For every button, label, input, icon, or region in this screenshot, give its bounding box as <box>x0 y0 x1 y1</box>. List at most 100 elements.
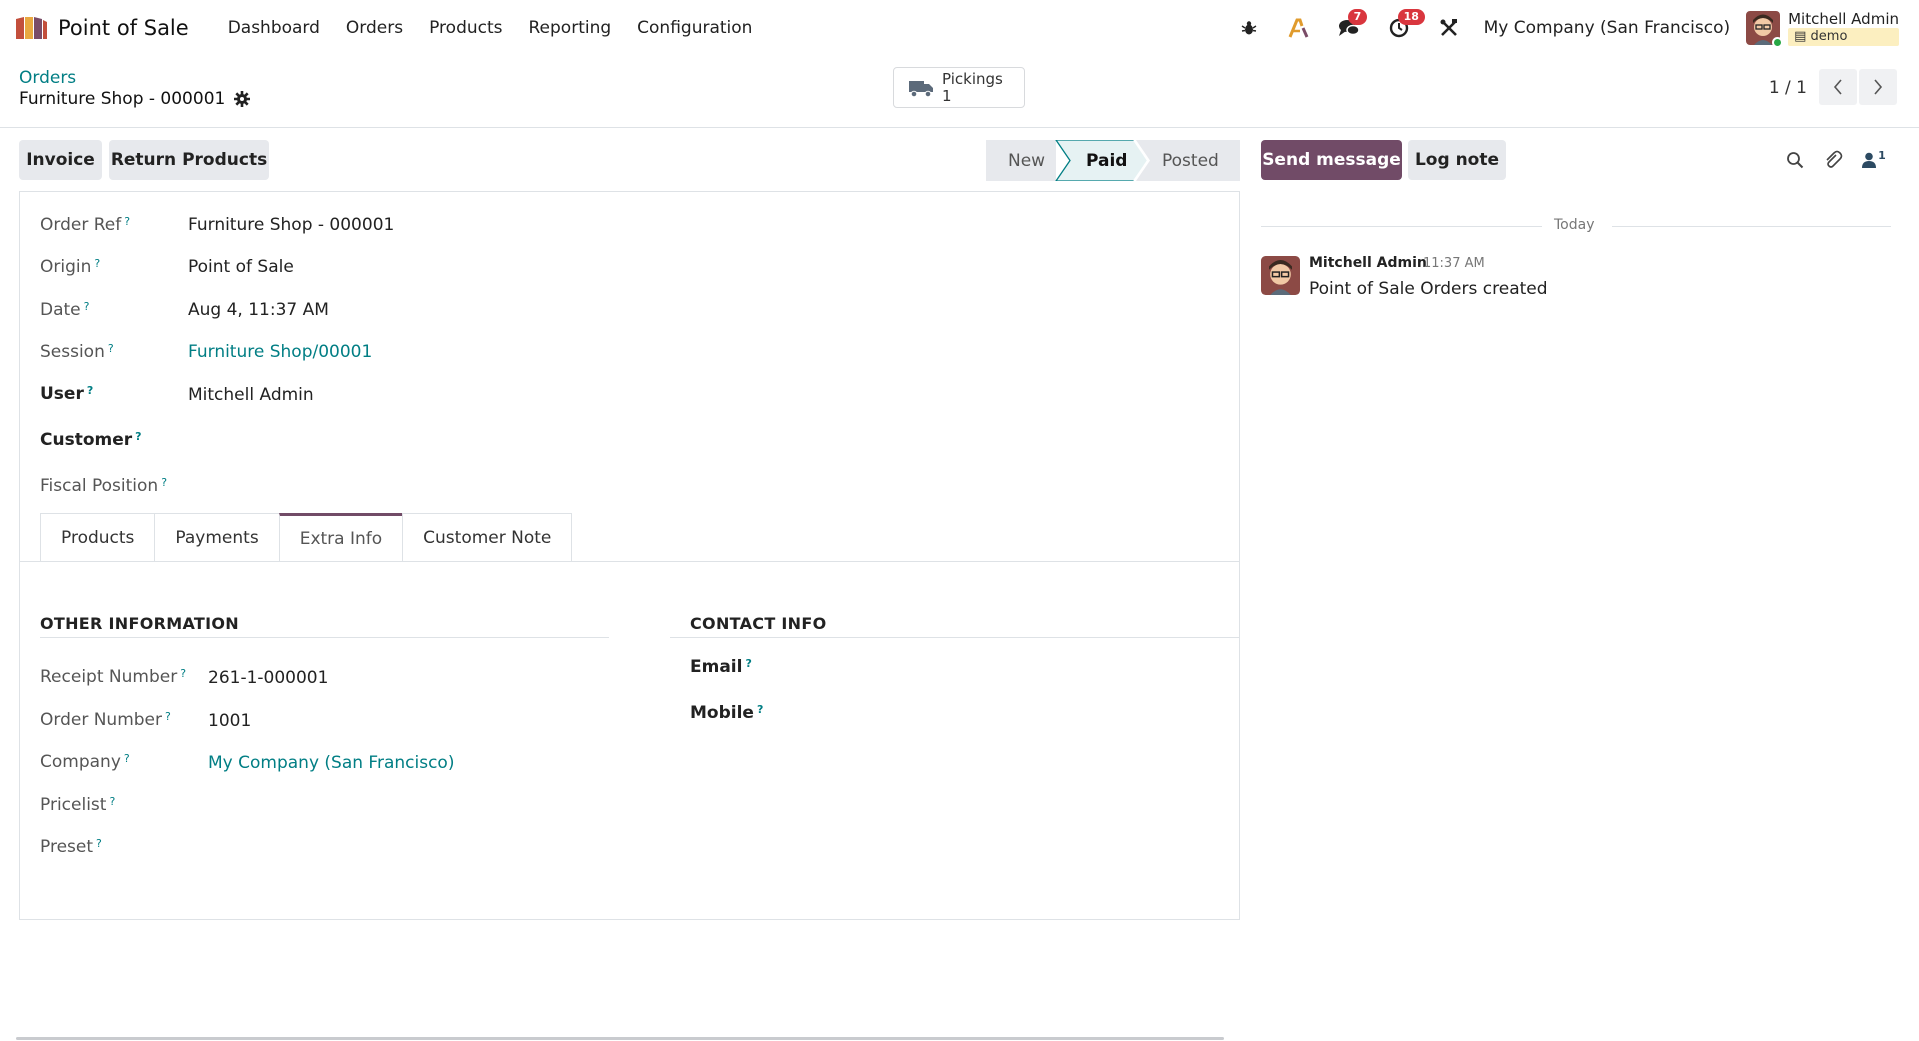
help-icon[interactable]: ? <box>96 837 102 850</box>
customer-label: Customer? <box>40 430 142 450</box>
section-divider <box>670 637 1239 638</box>
pickings-label: Pickings <box>942 69 1003 88</box>
origin-value: Point of Sale <box>188 257 294 277</box>
company-label: Company? <box>40 752 130 772</box>
settings-tools-button[interactable] <box>1434 13 1464 43</box>
company-link[interactable]: My Company (San Francisco) <box>208 753 454 773</box>
log-note-button[interactable]: Log note <box>1408 140 1506 180</box>
order-number-label-text: Order Number <box>40 710 163 730</box>
user-name: Mitchell Admin <box>1788 10 1899 28</box>
section-divider <box>40 637 609 638</box>
avatar[interactable] <box>1746 11 1784 48</box>
debug-button[interactable] <box>1234 13 1264 43</box>
help-icon[interactable]: ? <box>757 703 763 716</box>
receipt-number-label: Receipt Number? <box>40 667 186 687</box>
message-author[interactable]: Mitchell Admin <box>1309 255 1427 271</box>
origin-label-text: Origin <box>40 257 92 277</box>
followers-button[interactable]: 1 <box>1857 146 1891 174</box>
status-posted[interactable]: Posted <box>1162 151 1219 171</box>
receipt-number-label-text: Receipt Number <box>40 667 178 687</box>
order-number-value: 1001 <box>208 711 252 731</box>
menu-reporting[interactable]: Reporting <box>516 18 625 38</box>
origin-label: Origin? <box>40 257 100 277</box>
date-value: Aug 4, 11:37 AM <box>188 300 329 320</box>
help-icon[interactable]: ? <box>745 657 751 670</box>
user-menu[interactable]: Mitchell Admin ▤ demo <box>1788 10 1899 46</box>
chevron-right-icon <box>1874 79 1883 95</box>
tab-customer-note[interactable]: Customer Note <box>402 513 573 561</box>
user-label-text: User <box>40 384 84 404</box>
status-paid[interactable]: Paid <box>1086 151 1127 171</box>
help-icon[interactable]: ? <box>135 430 141 443</box>
tab-payments[interactable]: Payments <box>154 513 280 561</box>
tab-products[interactable]: Products <box>40 513 156 561</box>
menu-orders[interactable]: Orders <box>333 18 416 38</box>
message-avatar[interactable] <box>1261 256 1300 295</box>
activities-button[interactable]: 18 <box>1384 9 1425 43</box>
session-link[interactable]: Furniture Shop/00001 <box>188 342 372 362</box>
contact-info-title: CONTACT INFO <box>690 614 827 633</box>
horizontal-scrollbar[interactable] <box>16 1037 1224 1040</box>
pager-value[interactable]: 1 / 1 <box>1769 78 1807 98</box>
mobile-label-text: Mobile <box>690 703 754 723</box>
pager-previous-button[interactable] <box>1819 69 1857 105</box>
gear-icon[interactable] <box>234 91 251 107</box>
form-sheet: Order Ref? Furniture Shop - 000001 Origi… <box>19 191 1240 920</box>
user-icon <box>1862 152 1877 168</box>
search-messages-button[interactable] <box>1781 146 1809 174</box>
pricelist-label: Pricelist? <box>40 795 115 815</box>
email-label-text: Email <box>690 657 743 677</box>
user-field[interactable]: Mitchell Admin <box>188 385 314 405</box>
database-icon: ▤ <box>1794 29 1811 44</box>
preset-label: Preset? <box>40 837 102 857</box>
menu-dashboard[interactable]: Dashboard <box>215 18 333 38</box>
receipt-number-value: 261-1-000001 <box>208 668 329 688</box>
order-ref-value: Furniture Shop - 000001 <box>188 215 395 235</box>
mobile-label: Mobile? <box>690 703 763 723</box>
messages-button[interactable]: 7 <box>1334 9 1368 43</box>
app-brand[interactable]: Point of Sale <box>14 15 189 41</box>
pickings-smart-button[interactable]: Pickings 1 <box>893 67 1025 108</box>
message-time: 11:37 AM <box>1423 256 1485 271</box>
bug-icon <box>1241 21 1257 35</box>
date-separator-label: Today <box>1554 217 1595 233</box>
pager-next-button[interactable] <box>1859 69 1897 105</box>
order-number-label: Order Number? <box>40 710 171 730</box>
ai-icon <box>1288 18 1309 38</box>
page-title: Furniture Shop - 000001 <box>19 89 251 109</box>
help-icon[interactable]: ? <box>87 384 93 397</box>
help-icon[interactable]: ? <box>84 300 90 313</box>
menu-configuration[interactable]: Configuration <box>624 18 765 38</box>
help-icon[interactable]: ? <box>180 667 186 680</box>
return-products-button[interactable]: Return Products <box>109 140 269 180</box>
send-message-button[interactable]: Send message <box>1261 140 1402 180</box>
attachments-button[interactable] <box>1819 146 1847 174</box>
top-navbar: Point of Sale Dashboard Orders Products … <box>0 0 1919 56</box>
chevron-left-icon <box>1833 79 1842 95</box>
order-ref-label-text: Order Ref <box>40 215 122 235</box>
status-new[interactable]: New <box>1008 151 1045 171</box>
invoice-button[interactable]: Invoice <box>19 140 102 180</box>
online-status-icon <box>1772 37 1784 48</box>
help-icon[interactable]: ? <box>165 710 171 723</box>
fiscal-position-label: Fiscal Position? <box>40 476 167 496</box>
help-icon[interactable]: ? <box>108 342 114 355</box>
company-switcher[interactable]: My Company (San Francisco) <box>1484 18 1730 38</box>
session-label: Session? <box>40 342 114 362</box>
tab-divider <box>20 561 1239 562</box>
help-icon[interactable]: ? <box>124 752 130 765</box>
pricelist-label-text: Pricelist <box>40 795 107 815</box>
help-icon[interactable]: ? <box>94 257 100 270</box>
help-icon[interactable]: ? <box>161 476 167 489</box>
notebook-tabs: Products Payments Extra Info Customer No… <box>40 513 573 561</box>
help-icon[interactable]: ? <box>124 215 130 228</box>
tools-icon <box>1440 19 1457 36</box>
preset-label-text: Preset <box>40 837 94 857</box>
date-label-text: Date <box>40 300 81 320</box>
menu-products[interactable]: Products <box>416 18 515 38</box>
record-title-text: Furniture Shop - 000001 <box>19 89 226 109</box>
help-icon[interactable]: ? <box>109 795 115 808</box>
breadcrumb[interactable]: Orders <box>19 68 76 88</box>
tab-extra-info[interactable]: Extra Info <box>278 513 404 561</box>
ai-button[interactable] <box>1284 13 1314 43</box>
